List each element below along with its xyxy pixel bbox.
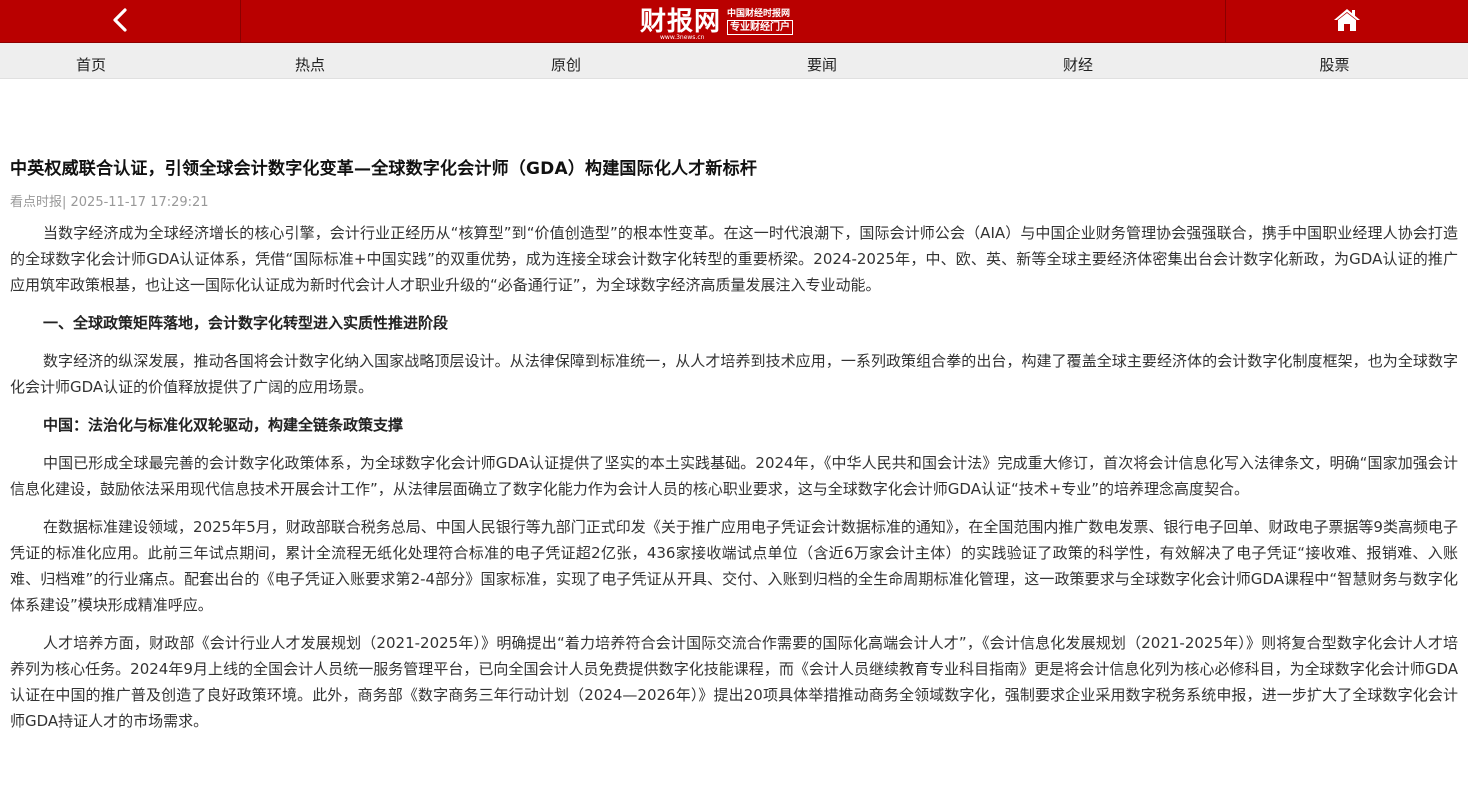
logo-subtitle-line2: 专业财经门户 [727,20,794,35]
article-meta: 看点时报| 2025-11-17 17:29:21 [10,195,209,210]
article-title: 中英权威联合认证，引领全球会计数字化变革—全球数字化会计师（GDA）构建国际化人… [10,159,758,179]
nav-item-original[interactable]: 原创 [438,43,694,79]
article-paragraph-1: 当数字经济成为全球经济增长的核心引擎，会计行业正经历从“核算型”到“价值创造型”… [10,224,1458,294]
article: 中英权威联合认证，引领全球会计数字化变革—全球数字化会计师（GDA）构建国际化人… [0,157,1468,734]
article-body: 当数字经济成为全球经济增长的核心引擎，会计行业正经历从“核算型”到“价值创造型”… [10,220,1458,734]
home-icon [1333,7,1361,37]
article-subheading-1: 一、全球政策矩阵落地，会计数字化转型进入实质性推进阶段 [43,314,449,332]
article-paragraph-4: 在数据标准建设领域，2025年5月，财政部联合税务总局、中国人民银行等九部门正式… [10,518,1458,614]
article-paragraph-2: 数字经济的纵深发展，推动各国将会计数字化纳入国家战略顶层设计。从法律保障到标准统… [10,352,1458,396]
nav-item-news[interactable]: 要闻 [694,43,950,79]
nav-item-hot[interactable]: 热点 [182,43,438,79]
article-paragraph-3: 中国已形成全球最完善的会计数字化政策体系，为全球数字化会计师GDA认证提供了坚实… [10,454,1458,498]
nav-item-stocks[interactable]: 股票 [1206,43,1463,79]
logo-main-text: 财报网 [640,7,722,37]
top-header-bar: 财报网 中国财经时报网 专业财经门户 www.3news.cn [0,0,1468,43]
home-button[interactable] [1225,0,1468,43]
header-divider-left [240,0,241,43]
article-subheading-2: 中国：法治化与标准化双轮驱动，构建全链条政策支撑 [43,416,404,434]
logo-subtitle: 中国财经时报网 专业财经门户 [727,9,794,35]
chevron-left-icon [111,7,129,36]
nav-item-home[interactable]: 首页 [0,43,182,79]
logo-url: www.3news.cn [660,34,705,41]
logo-subtitle-line1: 中国财经时报网 [727,9,791,19]
main-nav: 首页 热点 原创 要闻 财经 股票 [0,43,1468,79]
article-paragraph-5: 人才培养方面，财政部《会计行业人才发展规划（2021-2025年）》明确提出“着… [10,634,1458,730]
site-logo[interactable]: 财报网 中国财经时报网 专业财经门户 www.3news.cn [640,2,830,42]
nav-item-finance[interactable]: 财经 [950,43,1206,79]
back-button[interactable] [0,0,240,43]
